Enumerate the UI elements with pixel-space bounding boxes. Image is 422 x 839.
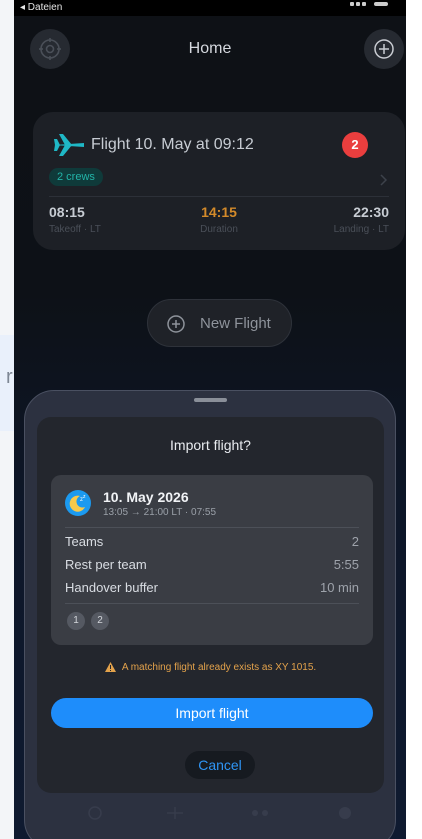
status-indicators: [350, 0, 390, 8]
divider: [65, 527, 359, 528]
divider: [65, 603, 359, 604]
new-flight-button[interactable]: New Flight: [147, 299, 292, 347]
duplicate-warning: A matching flight already exists as XY 1…: [37, 662, 384, 673]
plus-circle-icon: [167, 315, 185, 333]
background-page-text: r: [6, 366, 13, 388]
flight-summary-card: z z 10. May 2026 13:05 → 21:00 LT · 07:5…: [51, 475, 373, 645]
row-label-teams: Teams: [65, 534, 104, 549]
app-screen: ◂ Dateien Home Flight 10. May at 09:12 2: [14, 0, 406, 839]
status-bar: ◂ Dateien: [14, 0, 406, 16]
chevron-right-icon: [380, 174, 388, 186]
cancel-button[interactable]: Cancel: [185, 751, 255, 779]
new-flight-label: New Flight: [200, 315, 271, 332]
warning-icon: [104, 662, 116, 672]
import-flight-button[interactable]: Import flight: [51, 698, 373, 728]
landing-time: 22:30: [353, 204, 389, 220]
warning-text: A matching flight already exists as XY 1…: [121, 662, 317, 673]
row-value-teams: 2: [351, 534, 359, 549]
sleeping-moon-icon: z z: [65, 490, 91, 516]
tab-ghost-icon: [335, 803, 355, 823]
plus-circle-icon: [374, 39, 394, 59]
sheet-grabber[interactable]: [194, 398, 227, 402]
summary-time-range: 13:05 → 21:00 LT · 07:55: [103, 507, 217, 518]
row-label-rest: Rest per team: [65, 557, 147, 572]
flight-title: Flight 10. May at 09:12: [91, 136, 254, 153]
row-value-buffer: 10 min: [319, 580, 359, 595]
summary-date: 10. May 2026: [103, 489, 189, 505]
page-title: Home: [188, 40, 232, 57]
row-value-rest: 5:55: [333, 557, 359, 572]
divider: [49, 196, 389, 197]
back-to-files-link[interactable]: ◂ Dateien: [20, 2, 62, 13]
duration-time: 14:15: [201, 204, 237, 220]
bottom-sheet: Import flight? z z 10. May 2026 13:05 → …: [24, 390, 396, 839]
add-button[interactable]: [364, 29, 404, 69]
background-margin: [406, 0, 422, 839]
landing-label: Landing · LT: [333, 224, 389, 235]
tab-ghost-icon: [250, 803, 270, 823]
tab-bar-ghost: [25, 793, 397, 833]
notification-badge: 2: [342, 132, 368, 158]
dialog-title: Import flight?: [170, 437, 251, 453]
tab-ghost-icon: [165, 803, 185, 823]
row-label-buffer: Handover buffer: [65, 580, 158, 595]
crew-chip: 1: [67, 612, 85, 630]
flight-card[interactable]: Flight 10. May at 09:12 2 2 crews 08:15 …: [33, 112, 405, 250]
tab-ghost-icon: [85, 803, 105, 823]
crew-chip: 2: [91, 612, 109, 630]
import-dialog: Import flight? z z 10. May 2026 13:05 → …: [37, 417, 384, 793]
crews-badge: 2 crews: [49, 168, 103, 186]
airplane-icon: [54, 134, 84, 156]
